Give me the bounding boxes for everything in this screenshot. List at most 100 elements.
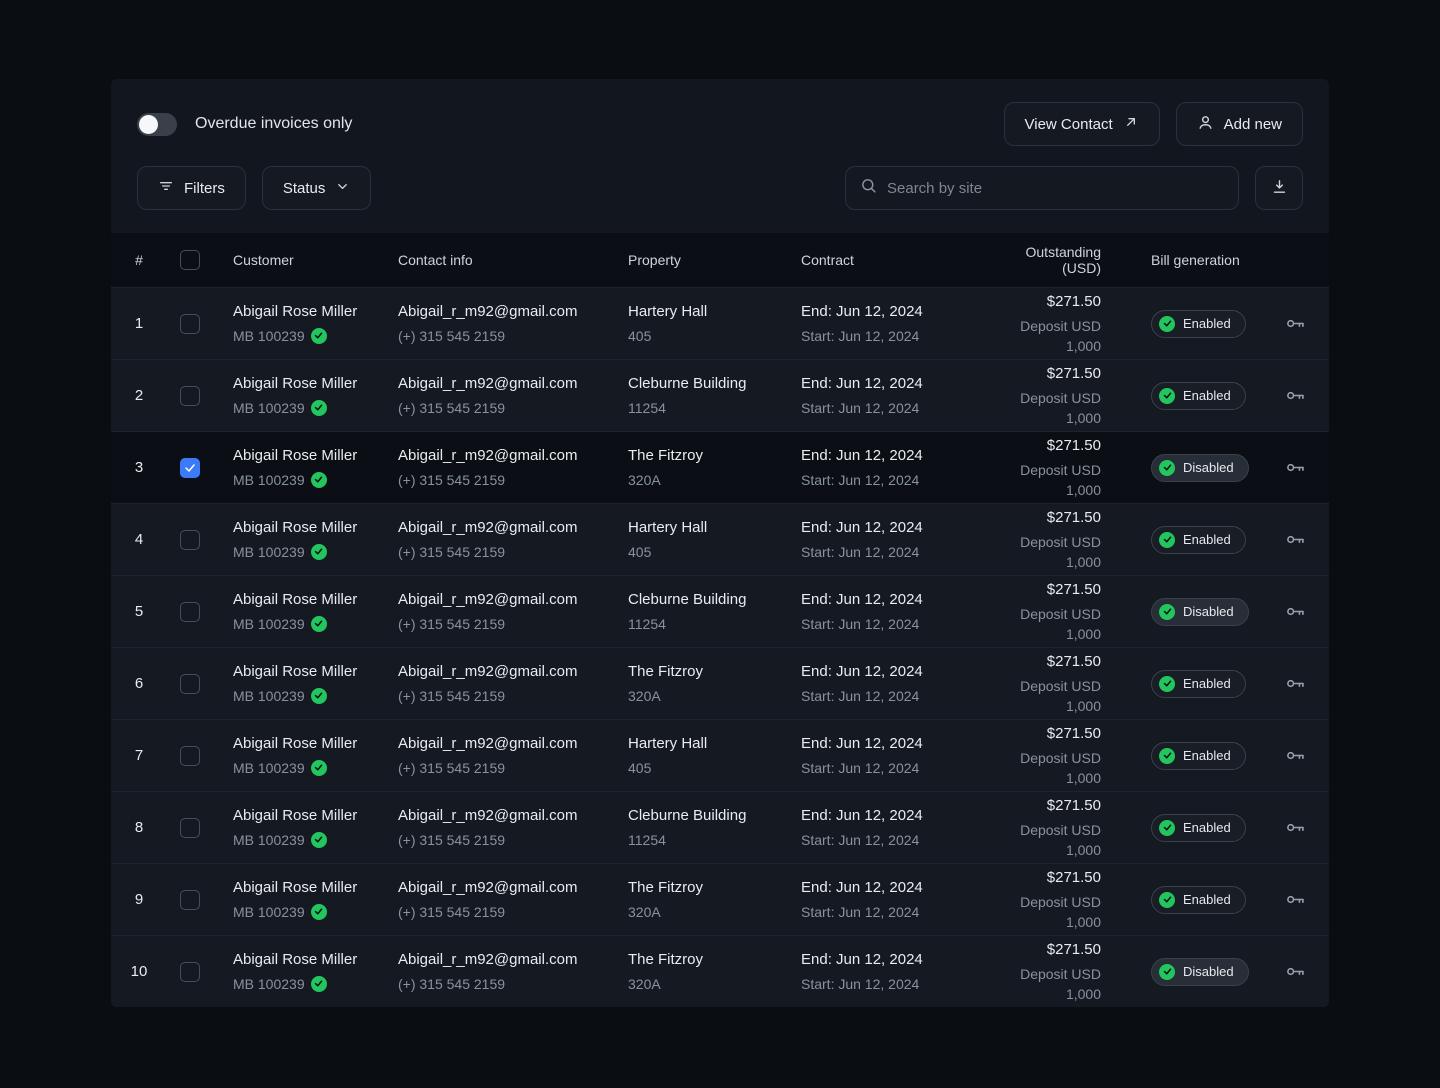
customer-name: Abigail Rose Miller — [233, 806, 358, 824]
search-box[interactable] — [845, 166, 1239, 210]
table-row[interactable]: 5 Abigail Rose Miller MB 100239 Abigail_… — [111, 575, 1329, 647]
bill-generation-cell: Enabled — [1111, 885, 1261, 914]
bill-status-badge[interactable]: Enabled — [1151, 525, 1246, 554]
deposit-amount: Deposit USD 1,000 — [1020, 677, 1101, 714]
table-row[interactable]: 4 Abigail Rose Miller MB 100239 Abigail_… — [111, 503, 1329, 575]
key-icon[interactable] — [1281, 381, 1310, 410]
customer-email: Abigail_r_m92@gmail.com — [398, 446, 578, 464]
customer-name: Abigail Rose Miller — [233, 446, 358, 464]
status-check-icon — [1159, 387, 1175, 404]
key-icon[interactable] — [1281, 741, 1310, 770]
row-checkbox[interactable] — [180, 961, 200, 982]
customer-cell: Abigail Rose Miller MB 100239 — [213, 734, 398, 778]
toggle-track[interactable] — [137, 112, 177, 136]
status-check-icon — [1159, 675, 1175, 692]
property-cell: The Fitzroy 320A — [628, 446, 801, 490]
add-new-button[interactable]: Add new — [1175, 102, 1303, 146]
key-icon[interactable] — [1281, 453, 1310, 482]
row-number: 5 — [134, 602, 144, 620]
row-checkbox[interactable] — [180, 457, 200, 478]
select-all-checkbox[interactable] — [180, 250, 200, 270]
customer-cell: Abigail Rose Miller MB 100239 — [213, 806, 398, 850]
view-contact-button[interactable]: View Contact — [1003, 102, 1160, 146]
table-row[interactable]: 10 Abigail Rose Miller MB 100239 Abigail… — [111, 935, 1329, 1007]
key-icon[interactable] — [1281, 885, 1310, 914]
bill-status-badge[interactable]: Enabled — [1151, 813, 1246, 842]
property-unit: 320A — [628, 903, 661, 920]
status-check-icon — [1159, 963, 1175, 980]
column-header-customer: Customer — [233, 252, 294, 268]
row-checkbox[interactable] — [180, 529, 200, 550]
key-icon[interactable] — [1281, 957, 1310, 986]
bill-generation-cell: Enabled — [1111, 741, 1261, 770]
contract-start: Start: Jun 12, 2024 — [801, 975, 920, 992]
contract-cell: End: Jun 12, 2024 Start: Jun 12, 2024 — [801, 374, 987, 418]
bill-status-badge[interactable]: Enabled — [1151, 309, 1246, 338]
customer-email: Abigail_r_m92@gmail.com — [398, 734, 578, 752]
overdue-invoices-toggle[interactable]: Overdue invoices only — [137, 112, 352, 136]
customer-cell: Abigail Rose Miller MB 100239 — [213, 518, 398, 562]
row-checkbox[interactable] — [180, 313, 200, 334]
customer-email: Abigail_r_m92@gmail.com — [398, 662, 578, 680]
contract-start: Start: Jun 12, 2024 — [801, 687, 920, 704]
bill-status-badge[interactable]: Disabled — [1151, 453, 1249, 482]
customer-phone: (+) 315 545 2159 — [398, 975, 506, 992]
bill-status-badge[interactable]: Enabled — [1151, 669, 1246, 698]
row-checkbox[interactable] — [180, 673, 200, 694]
row-checkbox[interactable] — [180, 601, 200, 622]
bill-status-label: Enabled — [1183, 388, 1231, 403]
bill-status-badge[interactable]: Disabled — [1151, 597, 1249, 626]
bill-generation-cell: Disabled — [1111, 597, 1261, 626]
bill-status-badge[interactable]: Enabled — [1151, 885, 1246, 914]
filter-group: Filters Status — [137, 166, 372, 210]
table-row[interactable]: 1 Abigail Rose Miller MB 100239 Abigail_… — [111, 287, 1329, 359]
table-row[interactable]: 9 Abigail Rose Miller MB 100239 Abigail_… — [111, 863, 1329, 935]
search-input[interactable] — [887, 179, 1224, 197]
row-number: 8 — [134, 818, 144, 836]
customer-phone: (+) 315 545 2159 — [398, 471, 506, 488]
customer-name: Abigail Rose Miller — [233, 878, 358, 896]
property-cell: Hartery Hall 405 — [628, 302, 801, 346]
row-checkbox[interactable] — [180, 817, 200, 838]
download-button[interactable] — [1255, 166, 1303, 210]
customer-name: Abigail Rose Miller — [233, 734, 358, 752]
bill-status-badge[interactable]: Disabled — [1151, 957, 1249, 986]
customer-email: Abigail_r_m92@gmail.com — [398, 950, 578, 968]
top-toolbar-actions: View Contact Add new — [1003, 102, 1303, 146]
customer-email: Abigail_r_m92@gmail.com — [398, 302, 578, 320]
property-cell: Cleburne Building 11254 — [628, 806, 801, 850]
filters-button[interactable]: Filters — [137, 166, 246, 210]
key-icon[interactable] — [1281, 309, 1310, 338]
contact-cell: Abigail_r_m92@gmail.com (+) 315 545 2159 — [398, 590, 628, 634]
table-row[interactable]: 7 Abigail Rose Miller MB 100239 Abigail_… — [111, 719, 1329, 791]
key-icon[interactable] — [1281, 813, 1310, 842]
row-checkbox[interactable] — [180, 745, 200, 766]
row-actions-cell — [1261, 309, 1329, 338]
verified-badge-icon — [310, 759, 327, 776]
table-row[interactable]: 3 Abigail Rose Miller MB 100239 Abigail_… — [111, 431, 1329, 503]
table-row[interactable]: 8 Abigail Rose Miller MB 100239 Abigail_… — [111, 791, 1329, 863]
customer-id: MB 100239 — [233, 543, 305, 560]
row-actions-cell — [1261, 381, 1329, 410]
status-check-icon — [1159, 819, 1175, 836]
bill-status-badge[interactable]: Enabled — [1151, 381, 1246, 410]
contract-end: End: Jun 12, 2024 — [801, 590, 923, 608]
table-row[interactable]: 6 Abigail Rose Miller MB 100239 Abigail_… — [111, 647, 1329, 719]
row-checkbox-cell — [167, 385, 213, 406]
row-checkbox[interactable] — [180, 889, 200, 910]
filter-toolbar: Filters Status — [137, 166, 1303, 210]
status-dropdown[interactable]: Status — [261, 166, 372, 210]
bill-status-label: Disabled — [1183, 604, 1234, 619]
bill-status-label: Enabled — [1183, 892, 1231, 907]
row-checkbox[interactable] — [180, 385, 200, 406]
bill-status-badge[interactable]: Enabled — [1151, 741, 1246, 770]
outstanding-amount: $271.50 — [1046, 508, 1101, 526]
key-icon[interactable] — [1281, 669, 1310, 698]
deposit-amount: Deposit USD 1,000 — [1020, 965, 1101, 1002]
table-row[interactable]: 2 Abigail Rose Miller MB 100239 Abigail_… — [111, 359, 1329, 431]
key-icon[interactable] — [1281, 525, 1310, 554]
bill-status-label: Enabled — [1183, 676, 1231, 691]
external-link-icon — [1123, 114, 1139, 134]
row-number: 4 — [134, 530, 144, 548]
key-icon[interactable] — [1281, 597, 1310, 626]
